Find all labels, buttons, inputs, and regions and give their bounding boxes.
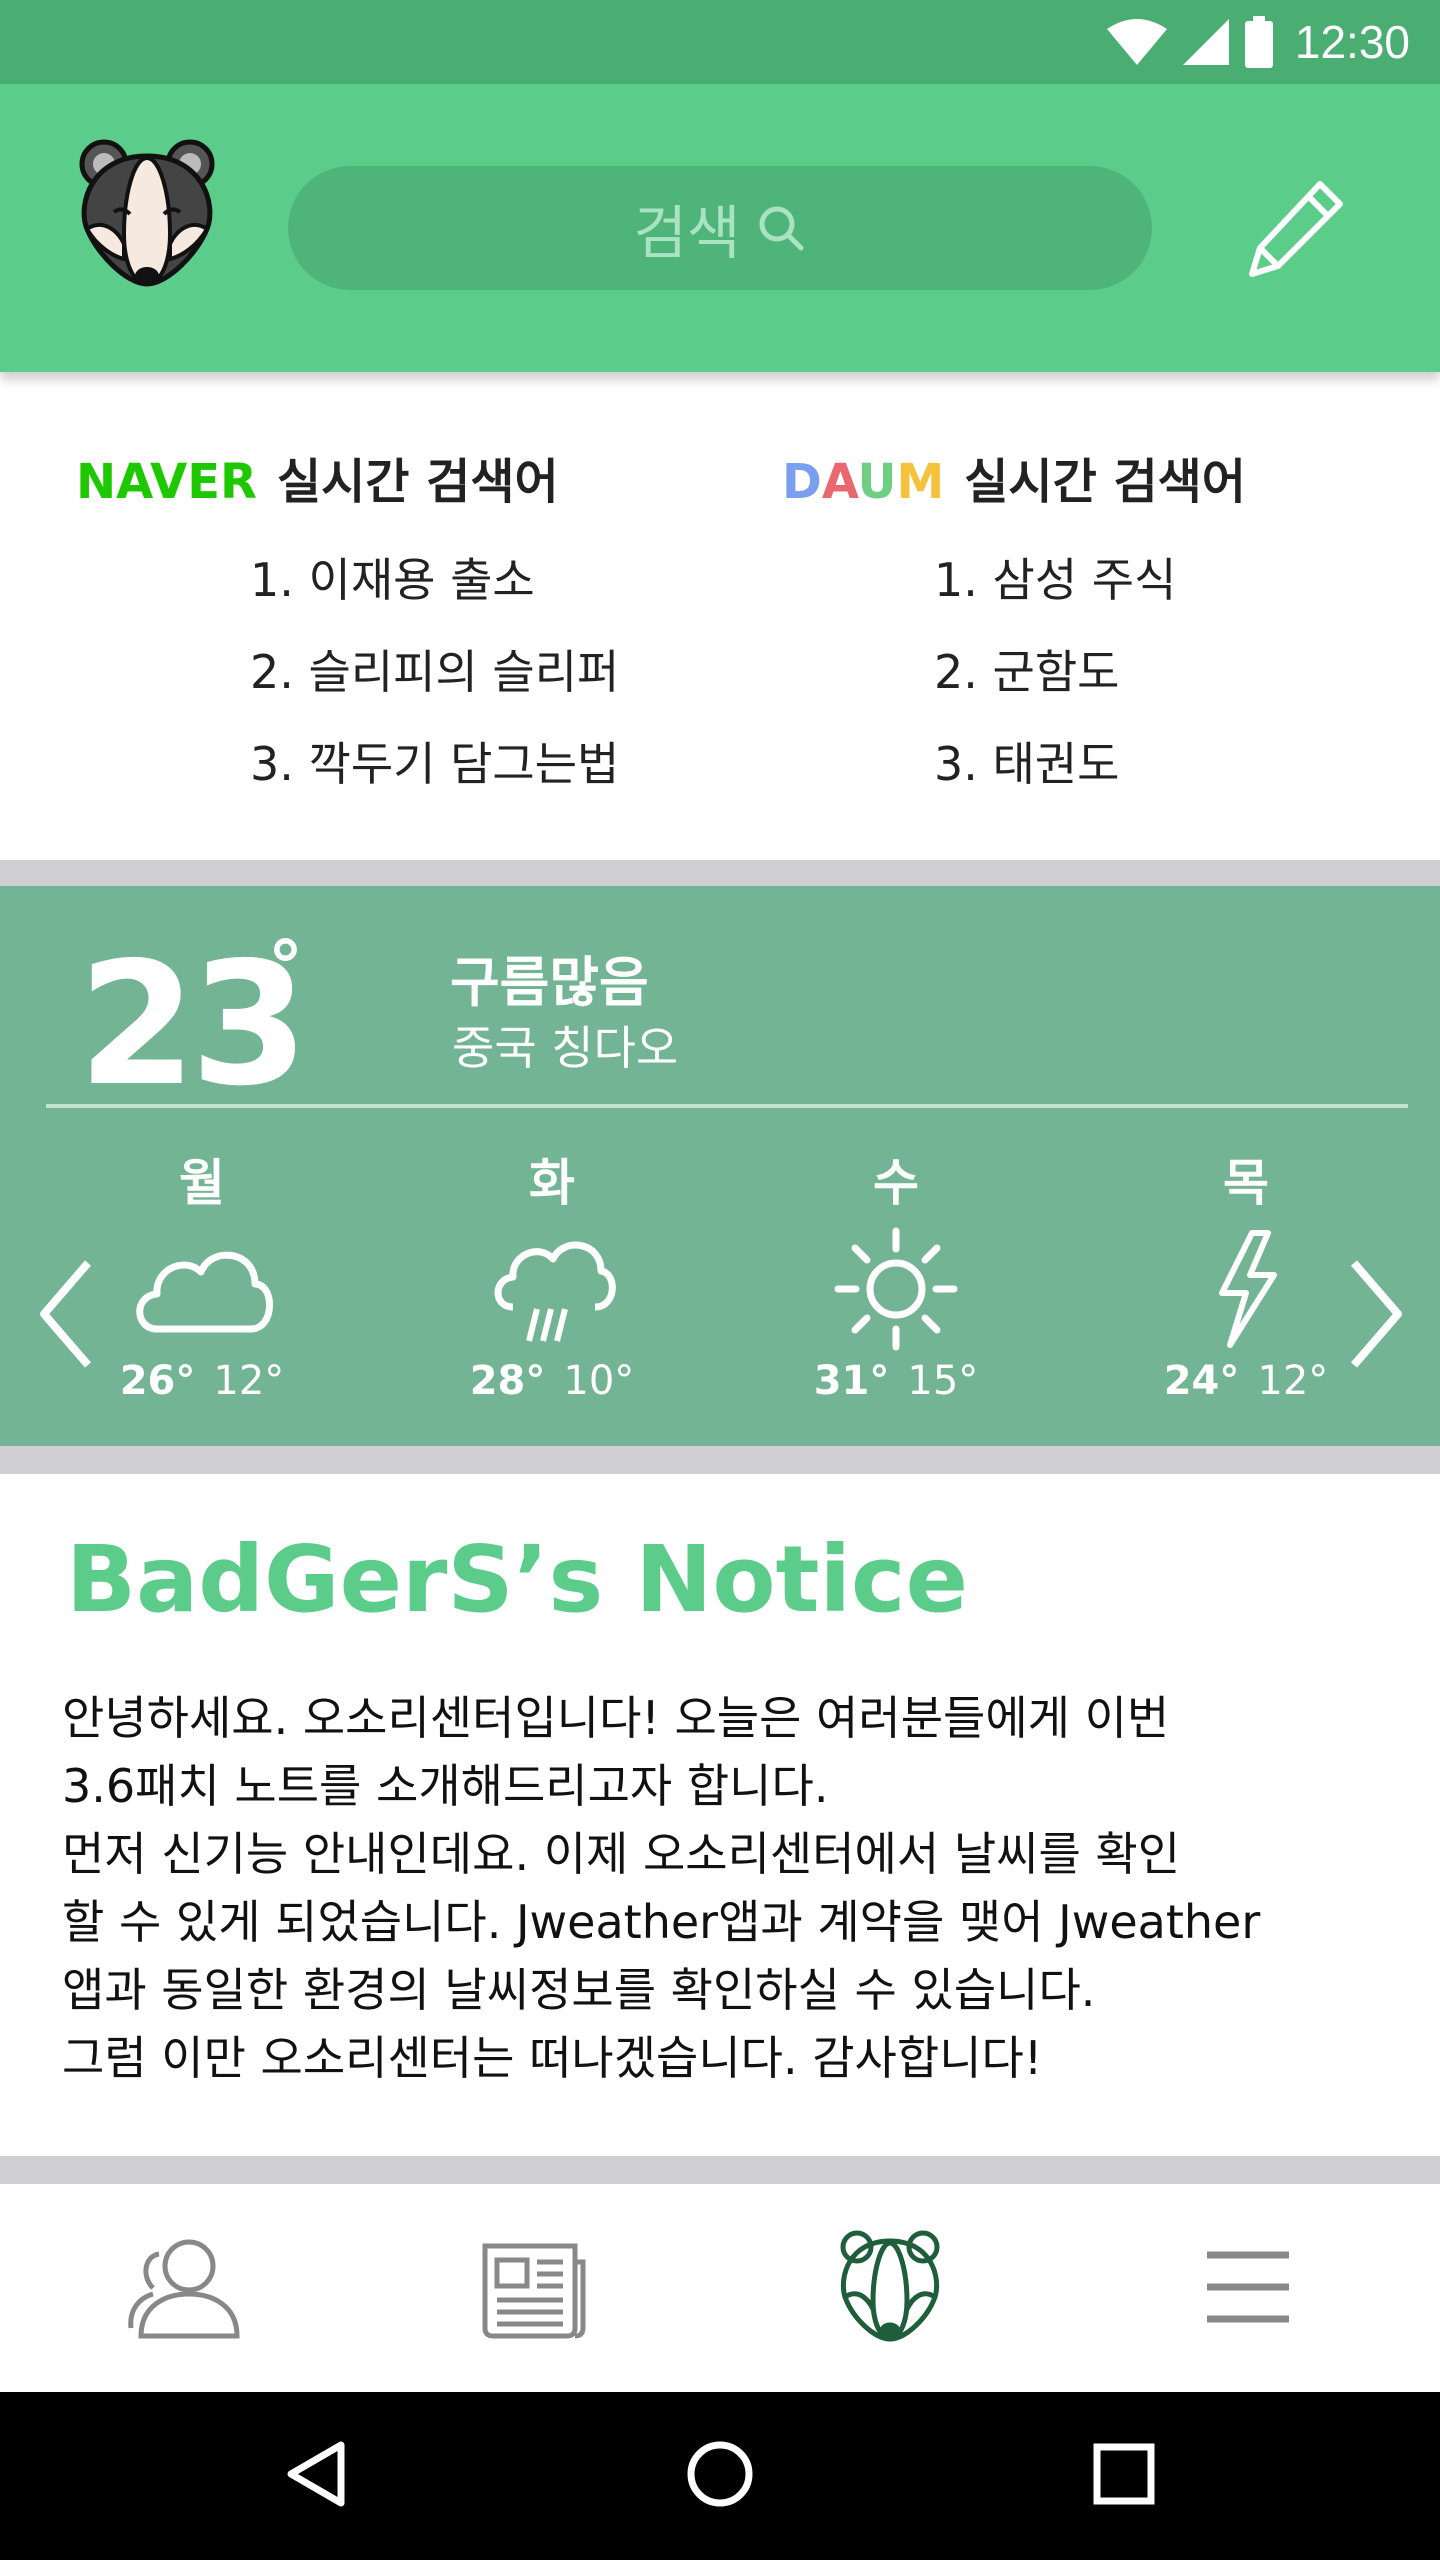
badger-icon — [835, 2227, 945, 2351]
naver-brand: NAVER — [76, 454, 257, 510]
sun-icon — [786, 1224, 1006, 1354]
daum-trending: DAUM 실시간 검색어 1. 삼성 주식 2. 군함도 3. 태권도 — [782, 442, 1246, 810]
home-button[interactable] — [670, 2426, 770, 2526]
list-item[interactable]: 2. 슬리피의 슬리퍼 — [250, 626, 619, 718]
status-bar: 12:30 — [0, 0, 1440, 84]
chevron-left-icon — [36, 1259, 96, 1373]
naver-trending: NAVER 실시간 검색어 1. 이재용 출소 2. 슬리피의 슬리퍼 3. 깍두… — [76, 442, 619, 810]
forecast-day: 목 24° 12° — [1136, 1148, 1356, 1404]
notice-line: 먼저 신기능 안내인데요. 이제 오소리센터에서 날씨를 확인 — [62, 1827, 1181, 1881]
back-icon — [281, 2439, 351, 2513]
forecast-high: 26° — [119, 1358, 196, 1404]
forecast-high: 24° — [1163, 1358, 1240, 1404]
forecast-day: 월 26° 12° — [92, 1148, 312, 1404]
app-bar: 검색 — [0, 84, 1440, 372]
notice-panel: BadGerS’s Notice 안녕하세요. 오소리센터입니다! 오늘은 여러… — [0, 1474, 1440, 2156]
notice-line: 안녕하세요. 오소리센터입니다! 오늘은 여러분들에게 이번 — [62, 1691, 1170, 1745]
clock: 12:30 — [1294, 16, 1410, 68]
daum-title-text: 실시간 검색어 — [964, 454, 1246, 510]
notice-line: 그럼 이만 오소리센터는 떠나겠습니다. 감사합니다! — [62, 2031, 1043, 2085]
back-button[interactable] — [266, 2426, 366, 2526]
nav-menu[interactable] — [1178, 2224, 1318, 2354]
battery-icon — [1244, 16, 1273, 68]
daum-trending-list: 1. 삼성 주식 2. 군함도 3. 태권도 — [934, 534, 1246, 810]
newspaper-icon — [479, 2232, 589, 2346]
list-item[interactable]: 1. 삼성 주식 — [934, 534, 1246, 626]
notice-body: 안녕하세요. 오소리센터입니다! 오늘은 여러분들에게 이번 3.6패치 노트를… — [62, 1684, 1392, 2092]
notice-line: 3.6패치 노트를 소개해드리고자 합니다. — [62, 1759, 829, 1813]
day-name: 목 — [1223, 1154, 1269, 1212]
list-item[interactable]: 3. 태권도 — [934, 718, 1246, 810]
home-icon — [685, 2439, 755, 2513]
day-name: 수 — [873, 1154, 919, 1212]
search-placeholder: 검색 — [633, 199, 741, 267]
day-name: 화 — [529, 1154, 575, 1212]
forecast-low: 10° — [563, 1358, 635, 1404]
cellular-signal-icon — [1182, 19, 1229, 65]
nav-people[interactable] — [114, 2224, 254, 2354]
edit-button[interactable] — [1236, 172, 1354, 290]
weather-location: 중국 칭다오 — [452, 1021, 679, 1075]
forecast-day: 수 31° 15° — [786, 1148, 1006, 1404]
nav-badger-home[interactable] — [820, 2224, 960, 2354]
naver-trending-list: 1. 이재용 출소 2. 슬리피의 슬리퍼 3. 깍두기 담그는법 — [250, 534, 619, 810]
search-bar[interactable]: 검색 — [288, 166, 1152, 290]
next-arrow-button[interactable] — [1336, 1246, 1416, 1386]
naver-trending-title: NAVER 실시간 검색어 — [76, 442, 619, 512]
people-icon — [119, 2232, 249, 2346]
cloud-icon — [92, 1224, 312, 1354]
pencil-icon — [1240, 174, 1350, 288]
notice-line: 할 수 있게 되었습니다. Jweather앱과 계약을 맺어 Jweather — [62, 1895, 1261, 1949]
forecast-low: 12° — [213, 1358, 285, 1404]
rain-icon — [442, 1224, 662, 1354]
weather-panel: 23 ° 구름많음 중국 칭다오 월 26° 12° 화 28° 10° 수 31°… — [0, 886, 1440, 1446]
trending-searches-panel: NAVER 실시간 검색어 1. 이재용 출소 2. 슬리피의 슬리퍼 3. 깍두… — [0, 372, 1440, 860]
search-icon — [756, 203, 806, 253]
list-item[interactable]: 1. 이재용 출소 — [250, 534, 619, 626]
daum-brand: DAUM — [782, 454, 945, 510]
forecast-high: 31° — [813, 1358, 890, 1404]
nav-news[interactable] — [464, 2224, 604, 2354]
degree-symbol: ° — [268, 926, 303, 1008]
list-item[interactable]: 3. 깍두기 담그는법 — [250, 718, 619, 810]
forecast-day: 화 28° 10° — [442, 1148, 662, 1404]
list-item[interactable]: 2. 군함도 — [934, 626, 1246, 718]
lightning-icon — [1136, 1224, 1356, 1354]
bottom-navigation — [0, 2184, 1440, 2392]
forecast-low: 12° — [1257, 1358, 1329, 1404]
recents-button[interactable] — [1074, 2426, 1174, 2526]
recents-icon — [1092, 2442, 1156, 2510]
chevron-right-icon — [1346, 1259, 1406, 1373]
weather-condition: 구름많음 — [450, 951, 649, 1014]
day-name: 월 — [179, 1154, 225, 1212]
wifi-icon — [1106, 19, 1167, 65]
system-navigation-bar — [0, 2392, 1440, 2560]
forecast-high: 28° — [469, 1358, 546, 1404]
menu-icon — [1203, 2247, 1293, 2331]
notice-title: BadGerS’s Notice — [66, 1526, 968, 1633]
badger-logo[interactable] — [72, 134, 222, 294]
notice-line: 앱과 동일한 환경의 날씨정보를 확인하실 수 있습니다. — [62, 1963, 1096, 2017]
naver-title-text: 실시간 검색어 — [276, 454, 559, 510]
divider — [46, 1104, 1408, 1108]
forecast-low: 15° — [907, 1358, 979, 1404]
daum-trending-title: DAUM 실시간 검색어 — [782, 442, 1246, 512]
